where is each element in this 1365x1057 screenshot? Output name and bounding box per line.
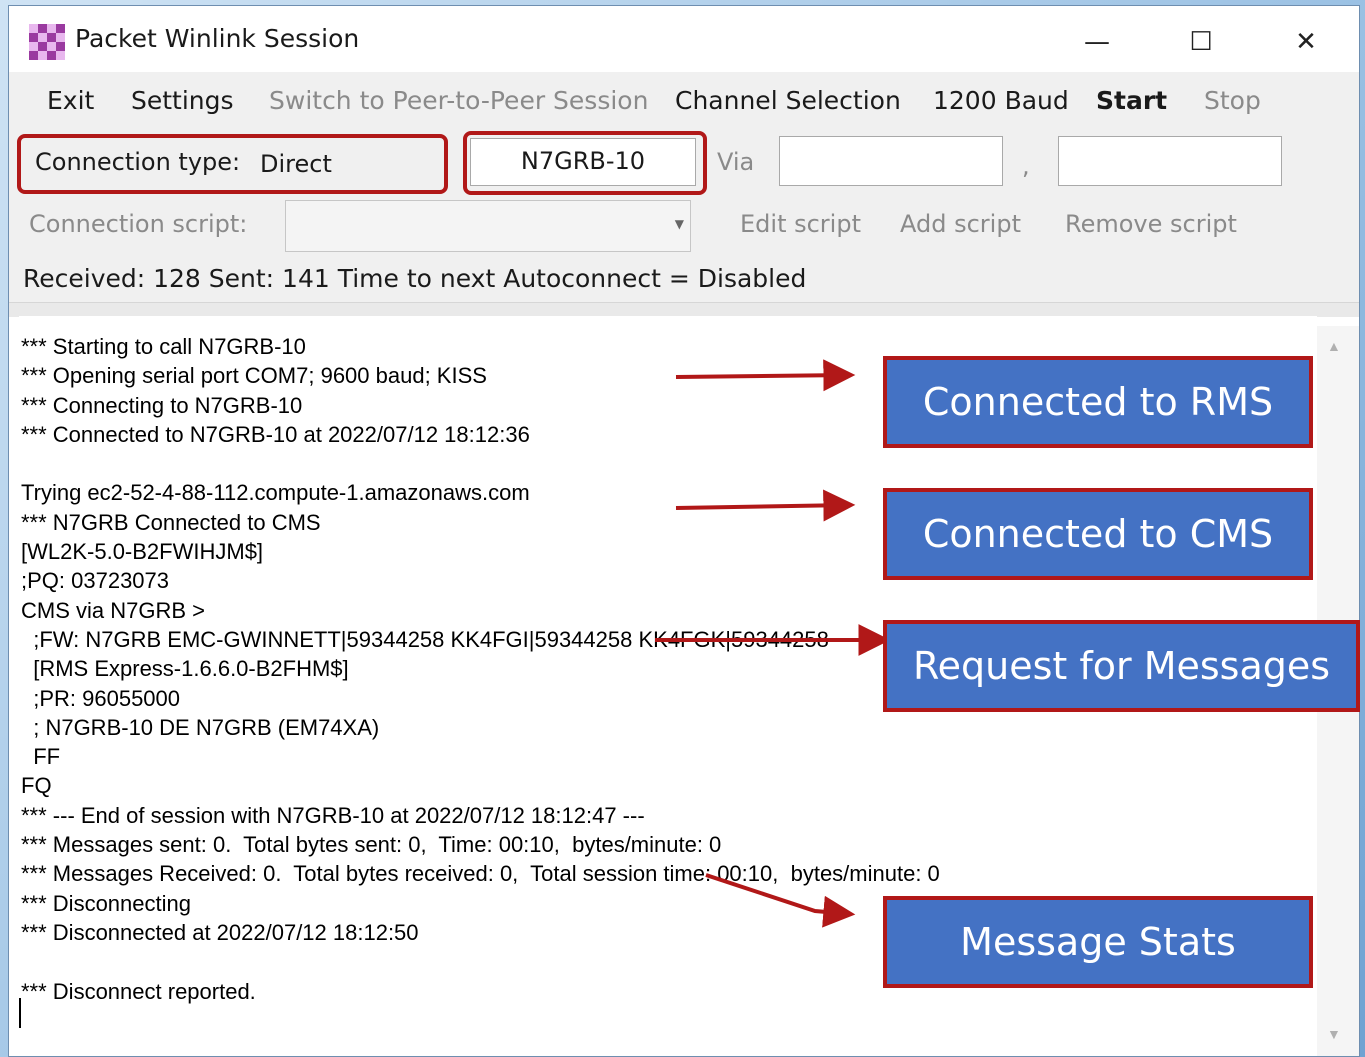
- status-line: Received: 128 Sent: 141 Time to next Aut…: [23, 264, 807, 293]
- chevron-down-icon: ▼: [674, 217, 684, 231]
- menu-channel-selection[interactable]: Channel Selection: [675, 86, 901, 115]
- via-input-1[interactable]: [779, 136, 1003, 186]
- close-icon[interactable]: ✕: [1281, 20, 1331, 64]
- callsign-highlight: [463, 131, 707, 195]
- menu-exit[interactable]: Exit: [47, 86, 94, 115]
- connection-script-select[interactable]: ▼: [285, 200, 691, 252]
- session-log-text: *** Starting to call N7GRB-10 *** Openin…: [21, 334, 940, 1004]
- remove-script-button[interactable]: Remove script: [1065, 210, 1237, 238]
- menu-bar: Exit Settings Switch to Peer-to-Peer Ses…: [9, 72, 1359, 130]
- menu-switch-peer-to-peer[interactable]: Switch to Peer-to-Peer Session: [269, 86, 648, 115]
- winlink-app-icon: [29, 24, 65, 60]
- via-separator: ,: [1022, 152, 1030, 180]
- window-title: Packet Winlink Session: [75, 24, 360, 53]
- edit-script-button[interactable]: Edit script: [740, 210, 861, 238]
- callout-connected-to-rms: Connected to RMS: [883, 356, 1313, 448]
- text-caret: [19, 998, 21, 1028]
- maximize-icon[interactable]: ☐: [1176, 20, 1226, 64]
- menu-stop[interactable]: Stop: [1204, 86, 1261, 115]
- connection-type-highlight: [17, 134, 448, 194]
- via-label: Via: [717, 148, 755, 176]
- menu-baud-rate[interactable]: 1200 Baud: [933, 86, 1069, 115]
- connection-script-label: Connection script:: [29, 210, 248, 238]
- minimize-icon[interactable]: —: [1072, 20, 1122, 64]
- callout-connected-to-cms: Connected to CMS: [883, 488, 1313, 580]
- menu-start[interactable]: Start: [1096, 86, 1167, 115]
- callout-message-stats: Message Stats: [883, 896, 1313, 988]
- via-input-2[interactable]: [1058, 136, 1282, 186]
- callout-request-for-messages: Request for Messages: [883, 620, 1360, 712]
- title-bar[interactable]: Packet Winlink Session — ☐ ✕: [9, 6, 1359, 72]
- scroll-up-icon[interactable]: ▲: [1327, 338, 1341, 354]
- add-script-button[interactable]: Add script: [900, 210, 1021, 238]
- menu-settings[interactable]: Settings: [131, 86, 234, 115]
- session-controls: Exit Settings Switch to Peer-to-Peer Ses…: [9, 72, 1359, 317]
- panel-divider: [9, 302, 1359, 317]
- scroll-down-icon[interactable]: ▼: [1327, 1026, 1341, 1042]
